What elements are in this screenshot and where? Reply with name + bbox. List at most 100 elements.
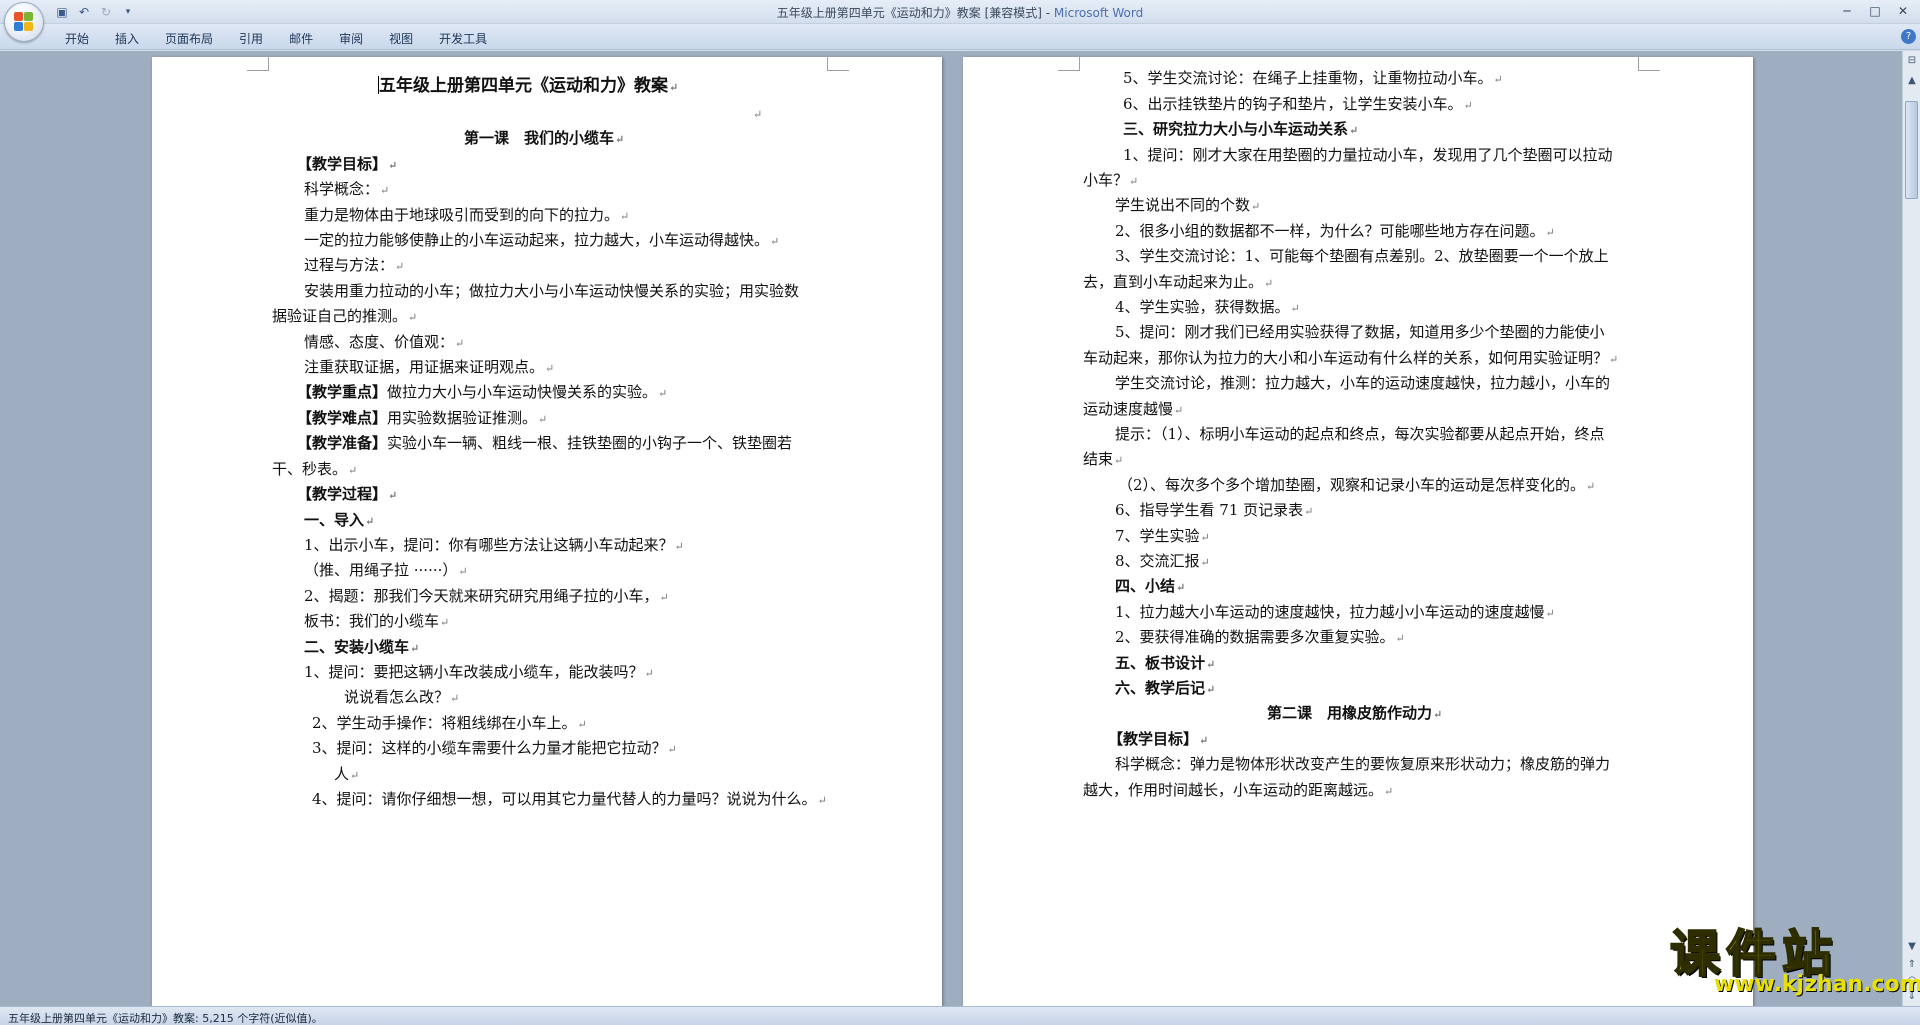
paragraph: 干、秒表。	[272, 460, 348, 478]
quick-access-toolbar: ▣ ↶ ↻ ▾	[50, 3, 136, 21]
scroll-up-icon[interactable]: ▲	[1904, 73, 1920, 89]
paragraph: 去，直到小车动起来为止。	[1083, 273, 1264, 291]
application-name: Microsoft Word	[1053, 6, 1144, 20]
paragraph: 学生交流讨论，推测：拉力越大，小车的运动速度越快，拉力越小，小车的	[1115, 374, 1611, 392]
office-button[interactable]	[4, 2, 44, 42]
heading: 六、教学后记	[1115, 679, 1206, 697]
ribbon-tab-bar: 开始 插入 页面布局 引用 邮件 审阅 视图 开发工具 ?	[0, 24, 1920, 50]
tab-review[interactable]: 审阅	[326, 28, 376, 49]
paragraph: 1、提问：刚才大家在用垫圈的力量拉动小车，发现用了几个垫圈可以拉动	[1123, 146, 1613, 164]
watermark-url: www.kjzhan.com	[1714, 972, 1920, 997]
paragraph: 说说看怎么改？	[344, 688, 450, 706]
paragraph: 【教学目标】	[297, 155, 388, 173]
undo-icon[interactable]: ↶	[76, 4, 92, 20]
paragraph: 一定的拉力能够使静止的小车运动起来，拉力越大，小车运动得越快。	[304, 231, 770, 249]
document-page-2[interactable]: 5、学生交流讨论：在绳子上挂重物，让重物拉动小车。↵ 6、出示挂铁垫片的钩子和垫…	[963, 57, 1753, 1006]
lesson-title: 第一课 我们的小缆车	[464, 129, 615, 147]
paragraph: 2、揭题：那我们今天就来研究研究用绳子拉的小车，	[304, 587, 659, 605]
redo-icon[interactable]: ↻	[98, 4, 114, 20]
paragraph: 7、学生实验	[1115, 527, 1200, 545]
crop-mark	[1058, 57, 1080, 71]
paragraph: 结束	[1083, 450, 1114, 468]
section-label: 【教学过程】	[297, 485, 388, 503]
paragraph: 1、提问：要把这辆小车改装成小缆车，能改装吗？	[304, 663, 644, 681]
watermark-logo: 课件站 www.kjzhan.com	[1669, 918, 1920, 1002]
document-name: 五年级上册第四单元《运动和力》教案 [兼容模式] -	[776, 6, 1054, 20]
crop-mark	[1638, 57, 1660, 71]
crop-mark	[247, 57, 269, 71]
section-label: 【教学准备】	[297, 434, 388, 452]
paragraph: 重力是物体由于地球吸引而受到的向下的拉力。	[304, 206, 620, 224]
paragraph: 2、很多小组的数据都不一样，为什么？可能哪些地方存在问题。	[1115, 222, 1545, 240]
paragraph: 用实验数据验证推测。	[387, 409, 538, 427]
window-title: 五年级上册第四单元《运动和力》教案 [兼容模式] - Microsoft Wor…	[0, 4, 1920, 21]
tab-mailings[interactable]: 邮件	[276, 28, 326, 49]
paragraph: 科学概念：弹力是物体形状改变产生的要恢复原来形状动力；橡皮筋的弹力	[1115, 755, 1611, 773]
vertical-scrollbar[interactable]: ⊟ ▲ ▼ ⇑ ○ ⇓	[1902, 51, 1920, 1006]
ribbon-tabs: 开始 插入 页面布局 引用 邮件 审阅 视图 开发工具	[52, 28, 500, 49]
paragraph: 1、拉力越大小车运动的速度越快，拉力越小小车运动的速度越慢	[1115, 603, 1545, 621]
status-text: 五年级上册第四单元《运动和力》教案: 5,215 个字符(近似值)。	[8, 1012, 323, 1025]
section-label: 【教学重点】	[297, 383, 388, 401]
paragraph: 3、学生交流讨论：1、可能每个垫圈有点差别。2、放垫圈要一个一个放上	[1115, 247, 1609, 265]
close-button[interactable]: ✕	[1890, 2, 1916, 20]
tab-home[interactable]: 开始	[52, 28, 102, 49]
paragraph: 提示：（1）、标明小车运动的起点和终点，每次实验都要从起点开始，终点	[1115, 425, 1605, 443]
paragraph: 人	[334, 765, 350, 783]
document-title: 五年级上册第四单元《运动和力》教案	[379, 76, 668, 96]
document-page-1[interactable]: 五年级上册第四单元《运动和力》教案↵ ↵ 第一课 我们的小缆车↵ 【教学目标】↵…	[152, 57, 942, 1006]
help-button[interactable]: ?	[1901, 29, 1916, 44]
paragraph: 5、学生交流讨论：在绳子上挂重物，让重物拉动小车。	[1123, 69, 1493, 87]
paragraph: 学生说出不同的个数	[1115, 196, 1251, 214]
office-logo-icon	[14, 12, 34, 32]
maximize-button[interactable]: □	[1862, 2, 1888, 20]
save-icon[interactable]: ▣	[54, 4, 70, 20]
paragraph: 2、要获得准确的数据需要多次重复实验。	[1115, 628, 1395, 646]
heading: 五、板书设计	[1115, 654, 1206, 672]
heading: 一、导入	[304, 511, 365, 529]
heading: 二、安装小缆车	[304, 638, 410, 656]
tab-insert[interactable]: 插入	[102, 28, 152, 49]
paragraph: 5、提问：刚才我们已经用实验获得了数据，知道用多少个垫圈的力能使小	[1115, 323, 1605, 341]
paragraph: 车动起来，那你认为拉力的大小和小车运动有什么样的关系，如何用实验证明？	[1083, 349, 1609, 367]
tab-page-layout[interactable]: 页面布局	[152, 28, 226, 49]
scrollbar-thumb[interactable]	[1905, 101, 1918, 199]
paragraph: 情感、态度、价值观：	[304, 333, 455, 351]
document-workspace[interactable]: 五年级上册第四单元《运动和力》教案↵ ↵ 第一课 我们的小缆车↵ 【教学目标】↵…	[0, 51, 1902, 1006]
paragraph: 8、交流汇报	[1115, 552, 1200, 570]
lesson-title: 第二课 用橡皮筋作动力	[1267, 704, 1433, 722]
window-controls: ─ □ ✕	[1834, 2, 1916, 20]
crop-mark	[827, 57, 849, 71]
status-bar: 五年级上册第四单元《运动和力》教案: 5,215 个字符(近似值)。	[0, 1006, 1920, 1025]
tab-references[interactable]: 引用	[226, 28, 276, 49]
paragraph: 科学概念：	[304, 180, 380, 198]
tab-view[interactable]: 视图	[376, 28, 426, 49]
paragraph: 1、出示小车，提问：你有哪些方法让这辆小车动起来？	[304, 536, 674, 554]
paragraph: 做拉力大小与小车运动快慢关系的实验。	[387, 383, 658, 401]
minimize-button[interactable]: ─	[1834, 2, 1860, 20]
section-label: 【教学难点】	[297, 409, 388, 427]
customize-dropdown-icon[interactable]: ▾	[120, 4, 136, 20]
paragraph: 小车？	[1083, 171, 1129, 189]
paragraph: 2、学生动手操作：将粗线绑在小车上。	[312, 714, 577, 732]
paragraph: 过程与方法：	[304, 256, 395, 274]
paragraph: 据验证自己的推测。	[272, 307, 408, 325]
paragraph: 6、出示挂铁垫片的钩子和垫片，让学生安装小车。	[1123, 95, 1463, 113]
ruler-toggle-icon[interactable]: ⊟	[1904, 53, 1920, 69]
paragraph: （推、用绳子拉 ······）	[304, 561, 458, 579]
paragraph: 安装用重力拉动的小车；做拉力大小与小车运动快慢关系的实验；用实验数	[304, 282, 800, 300]
paragraph: 6、指导学生看 71 页记录表	[1115, 501, 1304, 519]
paragraph: 4、提问：请你仔细想一想，可以用其它力量代替人的力量吗？说说为什么。	[312, 790, 817, 808]
paragraph: 运动速度越慢	[1083, 400, 1174, 418]
title-bar: ▣ ↶ ↻ ▾ 五年级上册第四单元《运动和力》教案 [兼容模式] - Micro…	[0, 0, 1920, 42]
heading: 四、小结	[1115, 577, 1176, 595]
heading: 三、研究拉力大小与小车运动关系	[1123, 120, 1349, 138]
section-label: 【教学目标】	[1108, 730, 1199, 748]
paragraph: 板书：我们的小缆车	[304, 612, 440, 630]
paragraph: 越大，作用时间越长，小车运动的距离越远。	[1083, 781, 1384, 799]
paragraph: 4、学生实验，获得数据。	[1115, 298, 1290, 316]
paragraph: 注重获取证据，用证据来证明观点。	[304, 358, 545, 376]
paragraph: 实验小车一辆、粗线一根、挂铁垫圈的小钩子一个、铁垫圈若	[387, 434, 793, 452]
paragraph: 3、提问：这样的小缆车需要什么力量才能把它拉动？	[312, 739, 667, 757]
tab-developer[interactable]: 开发工具	[426, 28, 500, 49]
